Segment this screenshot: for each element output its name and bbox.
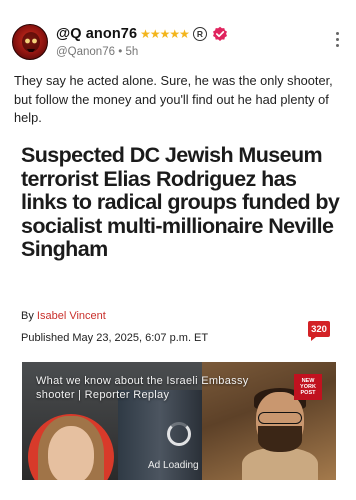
suspect-photo	[242, 388, 318, 480]
post-container: @Q anon76 ★★★★★ R @Qanon76 • 5h They say…	[0, 0, 356, 500]
byline-prefix: By	[21, 310, 34, 322]
verified-badge-icon	[212, 26, 227, 41]
byline: By Isabel Vincent	[21, 310, 106, 322]
separator: •	[118, 46, 123, 58]
author-link[interactable]: Isabel Vincent	[37, 310, 106, 322]
video-player[interactable]: NEW YORK POST What we know about the Isr…	[22, 362, 336, 480]
article-headline[interactable]: Suspected DC Jewish Museum terrorist Eli…	[21, 143, 341, 262]
display-name[interactable]: @Q anon76	[56, 26, 137, 42]
more-vertical-icon[interactable]	[332, 32, 342, 52]
post-text: They say he acted alone. Sure, he was th…	[14, 73, 333, 125]
ad-loading-status: Ad Loading	[148, 460, 199, 471]
registered-icon: R	[192, 27, 207, 41]
handle-row: @Qanon76 • 5h	[56, 46, 228, 58]
handle[interactable]: @Qanon76	[56, 46, 115, 58]
loading-spinner-icon	[167, 422, 191, 446]
display-name-row: @Q anon76 ★★★★★ R	[56, 25, 228, 43]
post-age: 5h	[125, 46, 139, 58]
published-date: Published May 23, 2025, 6:07 p.m. ET	[21, 332, 209, 344]
new-york-post-logo: NEW YORK POST	[294, 374, 322, 400]
skull-icon	[22, 32, 40, 52]
star-rating-icons: ★★★★★	[140, 27, 190, 41]
comment-count-badge[interactable]: 320	[308, 321, 330, 341]
article-card[interactable]: Suspected DC Jewish Museum terrorist Eli…	[0, 130, 356, 500]
author-names: @Q anon76 ★★★★★ R @Qanon76 • 5h	[56, 25, 228, 58]
video-title: What we know about the Israeli Embassy s…	[36, 375, 249, 401]
post-header: @Q anon76 ★★★★★ R @Qanon76 • 5h	[12, 22, 344, 66]
avatar[interactable]	[12, 24, 48, 60]
